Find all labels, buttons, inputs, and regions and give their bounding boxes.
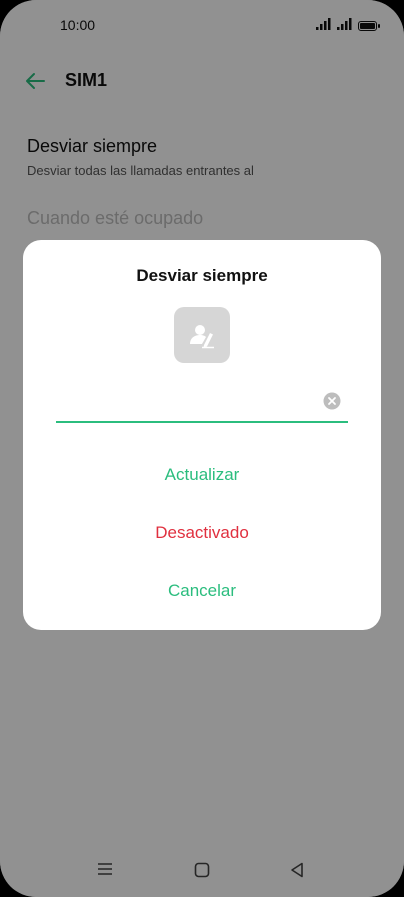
phone-screen: 10:00 SIM1 Desviar siempre Desviar todas… (0, 0, 404, 897)
contact-picker-button[interactable] (174, 307, 230, 363)
input-underline (56, 421, 348, 423)
update-button[interactable]: Actualizar (23, 465, 381, 485)
contact-edit-icon (190, 325, 214, 349)
forward-dialog: Desviar siempre Actualizar Desactivado C… (23, 240, 381, 630)
cancel-button[interactable]: Cancelar (23, 581, 381, 601)
forward-number-input[interactable] (56, 390, 318, 418)
dialog-title: Desviar siempre (136, 266, 268, 285)
deactivate-button[interactable]: Desactivado (23, 523, 381, 543)
clear-icon[interactable] (323, 392, 341, 410)
